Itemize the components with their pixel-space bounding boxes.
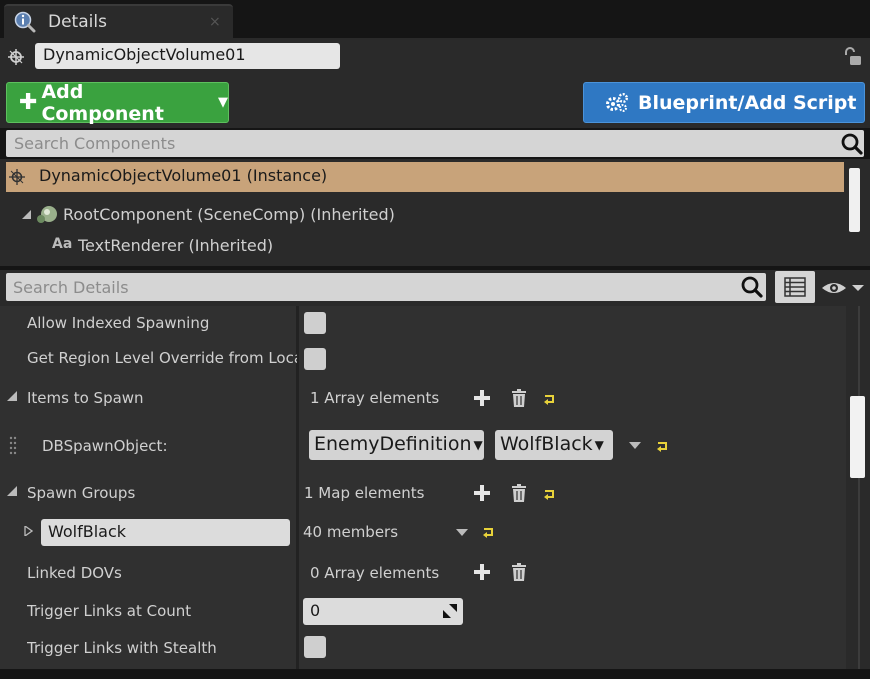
expanded-arrow-icon[interactable] (7, 391, 17, 401)
numeric-value: 0 (310, 601, 321, 620)
text-renderer-icon: Aa (52, 236, 73, 252)
dropdown-value: EnemyDefinition (314, 433, 472, 455)
prop-label: Get Region Level Override from Locati (27, 349, 297, 367)
blueprint-add-script-label: Blueprint/Add Script (638, 91, 857, 114)
plus-icon: ✚ (19, 90, 38, 115)
region-level-override-checkbox[interactable] (304, 348, 326, 370)
options-caret-icon[interactable] (455, 528, 469, 538)
chevron-down-icon: ▼ (473, 437, 483, 452)
prop-row-allow-indexed-spawning: Allow Indexed Spawning (0, 306, 846, 340)
prop-row-linked-dovs: Linked DOVs 0 Array elements (0, 558, 846, 592)
details-scrollbar-thumb[interactable] (850, 396, 865, 478)
dropdown-value: WolfBlack (500, 433, 593, 455)
prop-value: 1 Map elements (304, 484, 425, 502)
prop-row-trigger-links-at-count: Trigger Links at Count 0 (0, 596, 846, 630)
tree-item-instance-label: DynamicObjectVolume01 (Instance) (39, 166, 328, 185)
details-property-grid: Allow Indexed Spawning Get Region Level … (0, 306, 870, 669)
spin-drag-icon[interactable] (443, 604, 457, 618)
trash-icon[interactable] (510, 483, 528, 503)
components-scrollbar-thumb[interactable] (849, 168, 860, 232)
add-component-button[interactable]: ✚ Add Component ▼ (6, 80, 229, 125)
tree-item-root-label: RootComponent (SceneComp) (Inherited) (63, 205, 395, 224)
reset-to-default-icon[interactable] (543, 392, 557, 406)
tree-item-text-renderer-label: TextRenderer (Inherited) (78, 236, 274, 255)
prop-value: 40 members (303, 523, 399, 541)
chevron-down-icon: ▼ (594, 437, 604, 452)
search-icon[interactable] (740, 275, 764, 299)
search-components-placeholder: Search Components (14, 134, 176, 153)
prop-value: 0 Array elements (310, 564, 440, 582)
expanded-arrow-icon[interactable] (7, 486, 17, 496)
prop-label: Allow Indexed Spawning (27, 314, 210, 332)
search-details-input[interactable]: Search Details (6, 273, 766, 301)
tab-title: Details (48, 12, 107, 32)
actor-name-row: DynamicObjectVolume01 (0, 38, 870, 77)
prop-row-trigger-links-with-stealth: Trigger Links with Stealth (0, 634, 846, 668)
actor-name-field[interactable]: DynamicObjectVolume01 (35, 43, 340, 69)
tree-item-instance[interactable]: DynamicObjectVolume01 (Instance) (6, 162, 844, 192)
actor-icon (8, 49, 24, 65)
eye-icon[interactable] (820, 278, 868, 298)
wolf-black-dropdown[interactable]: WolfBlack ▼ (495, 430, 613, 460)
add-component-label: Add Component (41, 80, 164, 125)
expanded-arrow-icon[interactable] (20, 208, 32, 220)
magnifier-info-icon (14, 11, 36, 33)
collapsed-arrow-icon[interactable] (23, 526, 33, 536)
prop-label: Trigger Links with Stealth (27, 639, 217, 657)
prop-label: Linked DOVs (27, 564, 122, 582)
search-icon[interactable] (840, 132, 864, 156)
allow-indexed-spawning-checkbox[interactable] (304, 312, 326, 334)
prop-label: Trigger Links at Count (27, 602, 192, 620)
prop-row-spawn-groups: Spawn Groups 1 Map elements (0, 478, 846, 512)
prop-label: Spawn Groups (27, 484, 136, 502)
prop-row-region-level-override: Get Region Level Override from Locati (0, 342, 846, 376)
property-matrix-button[interactable] (775, 271, 815, 303)
prop-label: Items to Spawn (27, 389, 144, 407)
trash-icon[interactable] (510, 562, 528, 582)
prop-row-items-to-spawn: Items to Spawn 1 Array elements (0, 382, 846, 416)
prop-row-db-spawn-object: DBSpawnObject: EnemyDefinition ▼ WolfBlac… (0, 424, 846, 468)
trigger-links-stealth-checkbox[interactable] (304, 636, 326, 658)
chevron-down-icon: ▼ (218, 95, 228, 110)
gears-icon (606, 92, 628, 112)
drag-handle-icon[interactable] (9, 435, 17, 457)
trigger-links-count-field[interactable]: 0 (303, 598, 463, 625)
unlock-icon[interactable] (841, 46, 863, 68)
reset-to-default-icon[interactable] (482, 525, 496, 539)
trash-icon[interactable] (510, 388, 528, 408)
list-view-icon (784, 277, 806, 297)
components-tree: DynamicObjectVolume01 (Instance) RootCom… (0, 159, 870, 266)
prop-value: 1 Array elements (310, 389, 440, 407)
options-caret-icon[interactable] (628, 441, 642, 451)
reset-to-default-icon[interactable] (656, 439, 670, 453)
details-search-row: Search Details (0, 270, 870, 306)
add-element-icon[interactable] (473, 563, 491, 581)
blueprint-add-script-button[interactable]: Blueprint/Add Script (583, 82, 865, 123)
tab-details[interactable]: Details × (4, 4, 233, 38)
actor-icon (9, 169, 25, 185)
spawn-group-key-field[interactable]: WolfBlack (41, 519, 290, 546)
prop-label: DBSpawnObject: (42, 437, 168, 455)
add-element-icon[interactable] (473, 389, 491, 407)
search-details-placeholder: Search Details (13, 278, 129, 297)
prop-row-spawn-group-entry: WolfBlack 40 members (0, 516, 846, 550)
enemy-definition-dropdown[interactable]: EnemyDefinition ▼ (309, 430, 484, 460)
tab-close-icon[interactable]: × (209, 14, 221, 30)
scene-component-icon (37, 206, 57, 223)
reset-to-default-icon[interactable] (543, 487, 557, 501)
details-scrollbar-rail (858, 306, 860, 669)
component-toolbar: ✚ Add Component ▼ Blueprint/Add Script (0, 77, 870, 128)
search-components-input[interactable]: Search Components (6, 130, 864, 157)
tab-bar: Details × (0, 0, 870, 38)
bottom-border (0, 669, 870, 679)
add-element-icon[interactable] (473, 484, 491, 502)
